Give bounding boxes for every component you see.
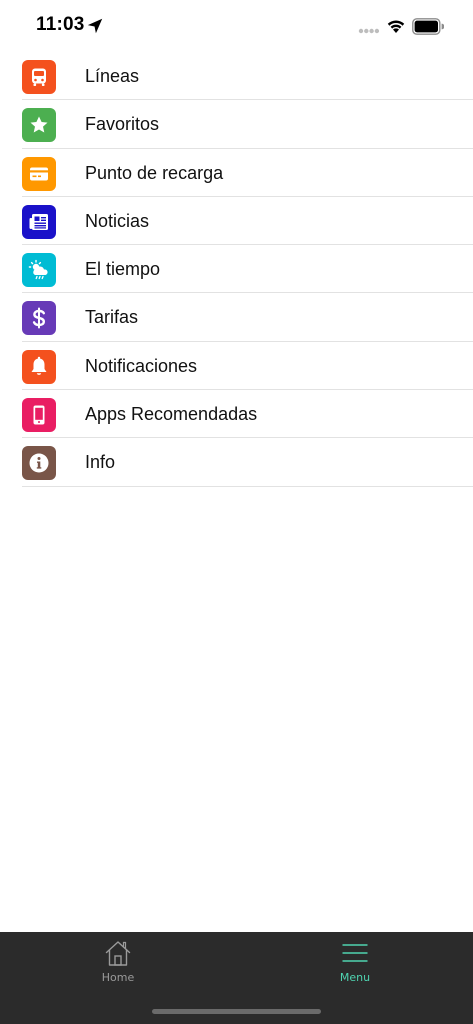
menu-item-label: Tarifas	[85, 307, 139, 328]
wifi-icon	[387, 20, 405, 33]
menu-list: Líneas Favoritos Punto de recarga Notici…	[0, 52, 473, 487]
tab-home[interactable]: Home	[68, 938, 168, 998]
star-icon	[22, 108, 56, 143]
menu-item-label: El tiempo	[85, 259, 161, 280]
signal-dots-icon	[358, 28, 380, 34]
menu-item-label: Punto de recarga	[85, 162, 224, 183]
menu-item-noticias[interactable]: Noticias	[0, 197, 473, 246]
location-arrow-icon	[87, 18, 103, 34]
menu-item-label: Info	[85, 452, 116, 473]
phone-icon	[22, 398, 56, 433]
battery-icon	[412, 18, 444, 35]
menu-item-label: Líneas	[85, 66, 140, 86]
dollar-icon	[22, 301, 56, 336]
app-screen: 11:03 Líneas Favoritos Punto de recarga …	[0, 0, 473, 1024]
menu-item-label: Apps Recomendadas	[85, 404, 258, 425]
newspaper-icon	[22, 204, 56, 239]
menu-item-lineas[interactable]: Líneas	[0, 52, 473, 101]
menu-item-el-tiempo[interactable]: El tiempo	[0, 245, 473, 294]
tab-home-label: Home	[101, 971, 135, 984]
card-icon	[22, 156, 56, 191]
home-icon	[105, 941, 131, 966]
tab-menu[interactable]: Menu	[305, 938, 405, 998]
menu-item-punto-recarga[interactable]: Punto de recarga	[0, 149, 473, 198]
bus-icon	[22, 60, 56, 94]
menu-item-apps-recomendadas[interactable]: Apps Recomendadas	[0, 390, 473, 439]
status-time: 11:03	[36, 14, 85, 35]
status-bar: 11:03	[0, 0, 473, 54]
hamburger-menu-icon	[342, 944, 368, 962]
menu-item-notificaciones[interactable]: Notificaciones	[0, 342, 473, 391]
menu-item-label: Noticias	[85, 210, 150, 231]
bell-icon	[22, 349, 56, 384]
menu-item-favoritos[interactable]: Favoritos	[0, 100, 473, 149]
menu-item-info[interactable]: Info	[0, 438, 473, 487]
weather-icon	[22, 253, 56, 288]
menu-item-label: Favoritos	[85, 114, 160, 135]
menu-item-label: Notificaciones	[85, 355, 198, 376]
menu-item-tarifas[interactable]: Tarifas	[0, 293, 473, 343]
home-indicator[interactable]	[152, 1009, 321, 1014]
tab-menu-label: Menu	[339, 971, 371, 984]
info-icon	[22, 446, 56, 481]
